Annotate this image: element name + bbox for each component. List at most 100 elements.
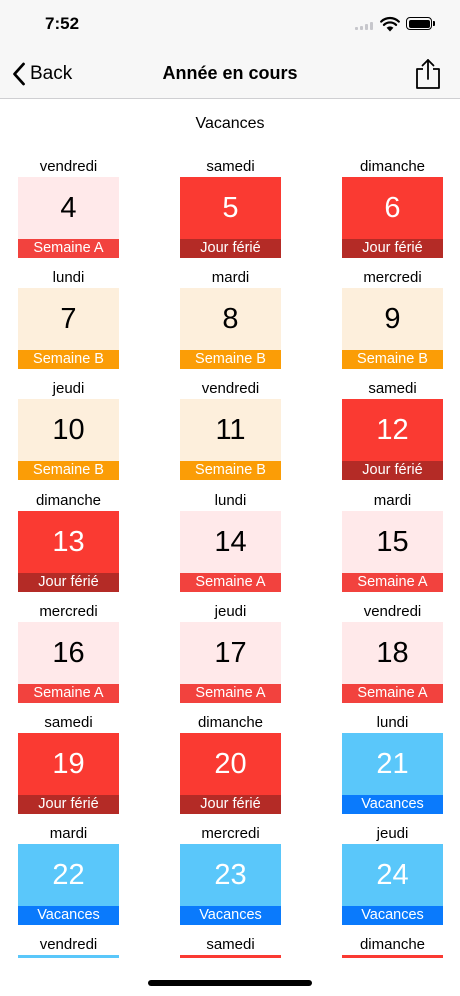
day-box: 18 Semaine A [342, 621, 443, 703]
day-box: 17 Semaine A [180, 621, 281, 703]
weekday-label: samedi [206, 158, 255, 175]
weekday-label: samedi [44, 714, 93, 731]
weekday-label: mardi [211, 269, 250, 287]
day-box: 24 Vacances [342, 844, 443, 926]
day-box: 21 Vacances [342, 733, 443, 814]
day-number: 9 [384, 303, 401, 336]
day-box: 13 Jour férié [18, 510, 119, 592]
week-type-label: Semaine B [342, 350, 443, 370]
week-type-label: Vacances [18, 906, 119, 926]
week-type-label: Vacances [180, 906, 281, 926]
day-number: 10 [52, 414, 85, 447]
weekday-label: vendredi [39, 936, 98, 953]
weekday-label: lundi [52, 269, 85, 287]
day-number: 24 [376, 859, 409, 892]
cellular-signal-icon [355, 22, 375, 30]
day-number: 22 [52, 859, 85, 892]
day-box-partial [18, 955, 119, 958]
week-type-label: Jour férié [180, 239, 281, 258]
week-type-label: Semaine B [18, 461, 119, 481]
day-number: 19 [52, 748, 85, 780]
navigation-bar: Back Année en cours [0, 50, 460, 99]
week-type-label: Semaine B [180, 461, 281, 481]
weekday-label: dimanche [197, 714, 264, 731]
weekday-label: dimanche [35, 491, 102, 509]
weekday-label: jeudi [376, 825, 409, 843]
weekday-label: dimanche [359, 158, 426, 175]
share-icon[interactable] [414, 58, 442, 90]
day-box: 20 Jour férié [180, 733, 281, 814]
day-box: 15 Semaine A [342, 510, 443, 592]
section-title: Vacances [195, 115, 265, 132]
weekday-label: lundi [376, 714, 409, 731]
week-type-label: Jour férié [18, 572, 119, 592]
day-number: 21 [376, 748, 409, 780]
week-type-label: Semaine A [18, 239, 119, 258]
week-type-label: Vacances [342, 795, 443, 814]
day-number: 5 [222, 192, 239, 224]
weekday-label: dimanche [359, 936, 426, 953]
week-type-label: Jour férié [342, 239, 443, 258]
day-number: 17 [214, 636, 247, 669]
weekday-label: samedi [206, 936, 255, 953]
day-box: 19 Jour férié [18, 733, 119, 814]
day-number: 13 [52, 525, 85, 558]
week-type-label: Semaine B [18, 350, 119, 370]
day-box: 4 Semaine A [18, 177, 119, 258]
weekday-label: samedi [368, 380, 417, 398]
status-time: 7:52 [45, 14, 80, 33]
week-type-label: Semaine B [180, 350, 281, 370]
day-box-partial [342, 955, 443, 958]
week-type-label: Semaine A [180, 572, 281, 592]
day-number: 23 [214, 859, 247, 892]
day-number: 11 [215, 414, 246, 447]
week-type-label: Semaine A [18, 683, 119, 703]
weekday-label: jeudi [52, 380, 85, 398]
weekday-label: vendredi [363, 602, 422, 620]
week-type-label: Semaine A [342, 683, 443, 703]
week-type-label: Jour férié [180, 795, 281, 814]
day-number: 12 [376, 414, 409, 447]
weekday-label: lundi [214, 491, 247, 509]
weekday-label: vendredi [39, 158, 98, 175]
day-number: 6 [384, 192, 401, 224]
day-box: 5 Jour férié [180, 177, 281, 258]
day-box: 16 Semaine A [18, 621, 119, 703]
day-box: 8 Semaine B [180, 288, 281, 370]
day-box-partial [180, 955, 281, 958]
day-number: 14 [214, 525, 247, 558]
week-type-label: Jour férié [18, 795, 119, 814]
week-type-label: Semaine A [180, 683, 281, 703]
day-box: 23 Vacances [180, 844, 281, 926]
week-type-label: Semaine A [342, 572, 443, 592]
day-box: 9 Semaine B [342, 288, 443, 370]
weekday-label: mardi [49, 825, 88, 843]
week-type-label: Vacances [342, 906, 443, 926]
wifi-icon [380, 16, 400, 32]
day-box: 22 Vacances [18, 844, 119, 926]
day-number: 15 [376, 525, 409, 558]
day-box: 14 Semaine A [180, 510, 281, 592]
day-box: 12 Jour férié [342, 399, 443, 481]
weekday-label: mercredi [201, 825, 260, 843]
weekday-label: jeudi [214, 602, 247, 620]
day-box: 11 Semaine B [180, 399, 281, 481]
weekday-label: mercredi [363, 269, 422, 287]
home-indicator [148, 980, 312, 986]
day-box: 6 Jour férié [342, 177, 443, 258]
battery-icon [406, 17, 435, 30]
weekday-label: mercredi [39, 602, 98, 620]
day-box: 7 Semaine B [18, 288, 119, 370]
day-number: 20 [214, 748, 247, 780]
day-number: 8 [222, 303, 239, 336]
page-title: Année en cours [162, 63, 298, 83]
day-number: 4 [60, 192, 77, 224]
week-type-label: Jour férié [342, 461, 443, 481]
day-number: 7 [60, 303, 77, 336]
day-box: 10 Semaine B [18, 399, 119, 481]
weekday-label: mardi [373, 491, 412, 509]
status-bar: 7:52 [0, 0, 460, 50]
day-number: 18 [376, 636, 409, 669]
day-number: 16 [52, 636, 85, 669]
weekday-label: vendredi [201, 380, 260, 398]
